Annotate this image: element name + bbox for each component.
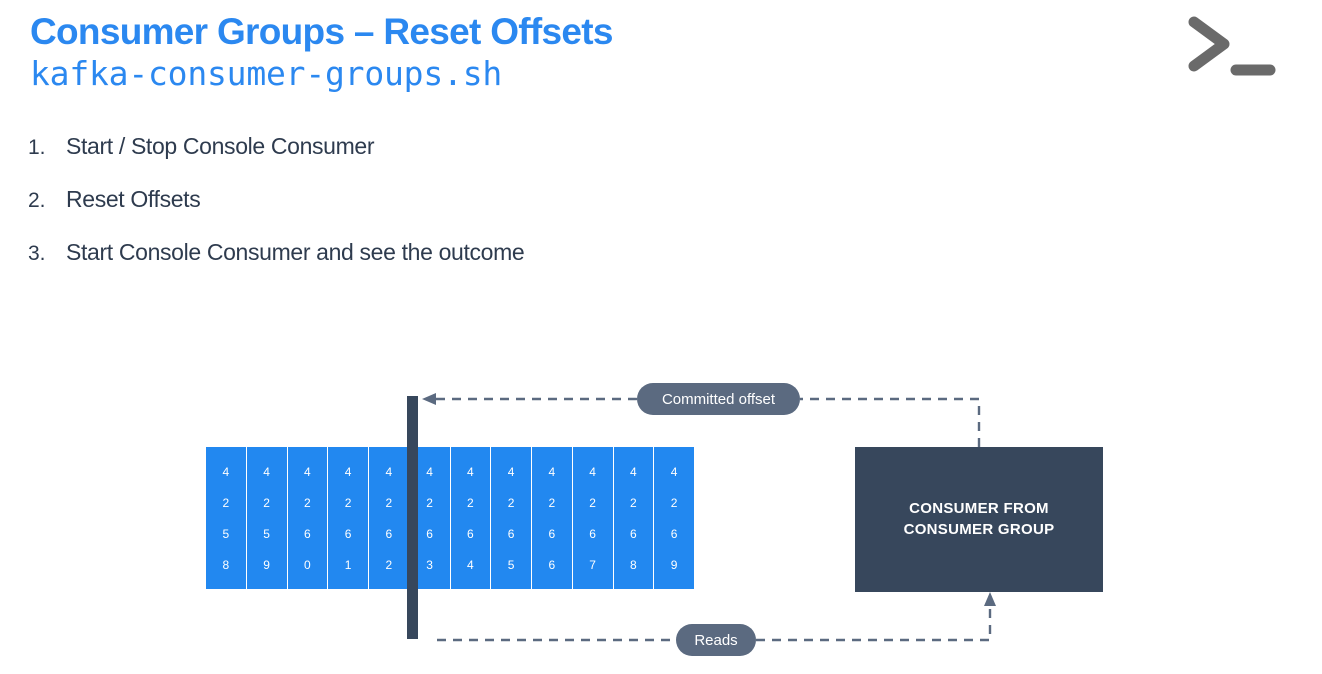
- offset-digit: 0: [304, 557, 311, 572]
- offset-digit: 2: [222, 495, 230, 510]
- offset-digit: 2: [385, 557, 393, 572]
- partition-offset-cell: 4 2 6 9: [654, 447, 694, 589]
- offset-digit: 1: [344, 557, 352, 572]
- offset-digit: 6: [467, 526, 474, 541]
- partition-offset-cell: 4 2 6 5: [491, 447, 531, 589]
- committed-offset-arrowhead: [422, 393, 436, 405]
- partition-offset-cell: 4 2 6 1: [328, 447, 368, 589]
- offset-digit: 4: [385, 464, 393, 479]
- offset-digit: 4: [548, 464, 556, 479]
- consumer-group-box-label: CONSUMER FROM CONSUMER GROUP: [904, 499, 1055, 540]
- partition-offset-cell: 4 2 6 0: [287, 447, 328, 589]
- offset-digit: 4: [263, 464, 270, 479]
- offset-digit: 2: [507, 495, 515, 510]
- offset-digit: 8: [630, 557, 637, 572]
- partition-offset-cell: 4 2 6 4: [450, 447, 491, 589]
- consumer-group-box: CONSUMER FROM CONSUMER GROUP: [855, 447, 1103, 592]
- offset-digit: 6: [426, 526, 433, 541]
- offset-digit: 5: [507, 557, 515, 572]
- offset-digit: 6: [304, 526, 311, 541]
- offset-digit: 6: [548, 526, 556, 541]
- offset-digit: 5: [263, 526, 270, 541]
- committed-offset-label: Committed offset: [637, 383, 800, 415]
- offset-digit: 4: [670, 464, 678, 479]
- partition-offset-cell: 4 2 6 6: [532, 447, 572, 589]
- offset-digit: 4: [507, 464, 515, 479]
- partition-log-grid: 4 2 5 8 4 2 5 9 4 2 6 0 4 2 6 1 4 2 6 2: [206, 447, 694, 589]
- offset-digit: 4: [467, 557, 474, 572]
- offset-digit: 7: [589, 557, 596, 572]
- offset-digit: 4: [467, 464, 474, 479]
- offset-digit: 9: [263, 557, 270, 572]
- offset-digit: 2: [548, 495, 556, 510]
- partition-offset-cell: 4 2 5 9: [246, 447, 287, 589]
- offset-digit: 4: [304, 464, 311, 479]
- partition-offset-cell: 4 2 6 7: [572, 447, 613, 589]
- offset-digit: 6: [385, 526, 393, 541]
- offset-digit: 8: [222, 557, 230, 572]
- offset-digit: 2: [467, 495, 474, 510]
- offset-digit: 4: [589, 464, 596, 479]
- offset-digit: 2: [263, 495, 270, 510]
- offset-digit: 6: [507, 526, 515, 541]
- offset-digit: 4: [630, 464, 637, 479]
- partition-offset-cell: 4 2 6 2: [369, 447, 409, 589]
- offset-digit: 4: [344, 464, 352, 479]
- offset-digit: 2: [670, 495, 678, 510]
- offset-digit: 4: [222, 464, 230, 479]
- offset-digit: 6: [548, 557, 556, 572]
- offset-digit: 2: [385, 495, 393, 510]
- offset-digit: 9: [670, 557, 678, 572]
- offset-digit: 3: [426, 557, 433, 572]
- offset-digit: 6: [670, 526, 678, 541]
- offset-digit: 6: [630, 526, 637, 541]
- committed-offset-marker: [407, 396, 418, 639]
- consumer-box-line-1: CONSUMER FROM: [909, 500, 1049, 518]
- offset-digit: 2: [426, 495, 433, 510]
- offset-digit: 4: [426, 464, 433, 479]
- reads-arrowhead: [984, 592, 996, 606]
- offset-digit: 2: [344, 495, 352, 510]
- partition-offset-cell: 4 2 5 8: [206, 447, 246, 589]
- partition-offset-cell: 4 2 6 8: [613, 447, 654, 589]
- offset-digit: 5: [222, 526, 230, 541]
- offset-digit: 2: [589, 495, 596, 510]
- offset-reset-diagram: 4 2 5 8 4 2 5 9 4 2 6 0 4 2 6 1 4 2 6 2: [0, 0, 1322, 674]
- offset-digit: 2: [630, 495, 637, 510]
- consumer-box-line-2: CONSUMER GROUP: [903, 520, 1055, 538]
- offset-digit: 6: [344, 526, 352, 541]
- reads-label: Reads: [676, 624, 756, 656]
- offset-digit: 6: [589, 526, 596, 541]
- offset-digit: 2: [304, 495, 311, 510]
